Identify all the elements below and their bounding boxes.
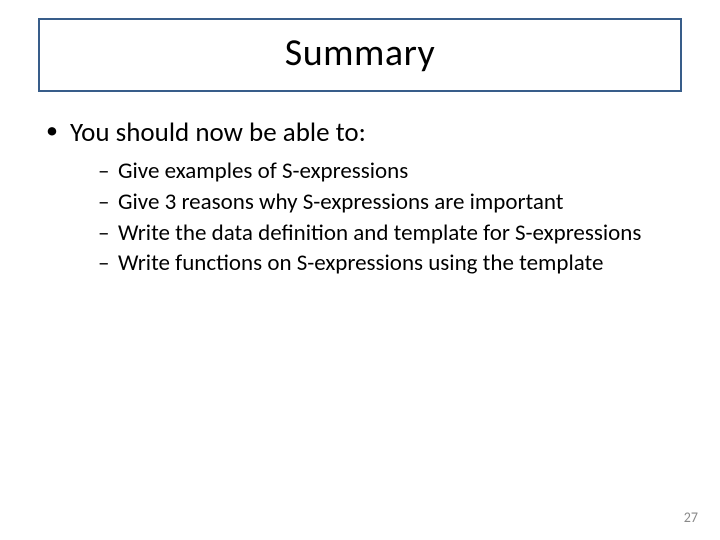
bullet-text: Write the data definition and template f…: [118, 219, 641, 247]
page-number: 27: [684, 509, 698, 526]
list-item: Give 3 reasons why S-expressions are imp…: [98, 188, 684, 217]
bullet-list-level1: You should now be able to: Give examples…: [36, 116, 684, 278]
list-item: You should now be able to: Give examples…: [46, 116, 684, 278]
list-item: Write functions on S-expressions using t…: [98, 249, 684, 278]
list-item: Give examples of S-expressions: [98, 157, 684, 186]
title-box: Summary: [38, 18, 682, 92]
list-item: Write the data definition and template f…: [98, 219, 684, 248]
bullet-list-level2: Give examples of S-expressions Give 3 re…: [70, 157, 684, 278]
bullet-text: Give 3 reasons why S-expressions are imp…: [118, 188, 564, 216]
slide: Summary You should now be able to: Give …: [0, 0, 720, 540]
bullet-text: Write functions on S-expressions using t…: [118, 249, 603, 277]
bullet-text: Give examples of S-expressions: [118, 157, 408, 185]
slide-title: Summary: [40, 30, 680, 76]
slide-content: You should now be able to: Give examples…: [30, 116, 690, 278]
intro-text: You should now be able to:: [70, 116, 366, 149]
